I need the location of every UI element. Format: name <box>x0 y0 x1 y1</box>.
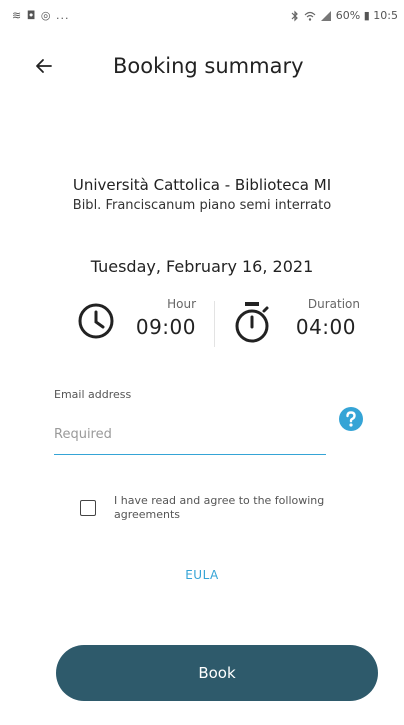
hour-block: Hour 09:00 <box>76 295 206 355</box>
agreement-text: I have read and agree to the following a… <box>114 494 325 521</box>
question-circle-icon <box>339 407 363 431</box>
eula-link[interactable]: EULA <box>0 568 404 582</box>
app-bar: Booking summary <box>0 38 404 98</box>
email-label: Email address <box>54 388 132 401</box>
stopwatch-icon <box>235 302 269 343</box>
signal-icon <box>320 10 331 21</box>
status-bar: ≋ ◘ ◎ ... 60% ▮ 10:5 <box>0 0 404 32</box>
duration-block: Duration 04:00 <box>232 295 372 355</box>
page-title: Booking summary <box>113 54 304 78</box>
system-status: 60% ▮ 10:5 <box>290 9 398 22</box>
agreement-row: I have read and agree to the following a… <box>80 492 380 532</box>
venue-info: Università Cattolica - Biblioteca MI Bib… <box>0 176 404 213</box>
book-button[interactable]: Book <box>56 645 378 701</box>
duration-value: 04:00 <box>295 315 356 339</box>
duration-label: Duration <box>307 297 360 311</box>
venue-location: Bibl. Franciscanum piano semi interrato <box>72 198 332 213</box>
hour-label: Hour <box>167 297 196 311</box>
wifi-icon <box>304 11 316 21</box>
time-row: Hour 09:00 Duration 04:00 <box>0 295 404 355</box>
battery-time-text: 60% ▮ 10:5 <box>335 9 398 22</box>
email-field[interactable] <box>54 414 326 455</box>
help-button[interactable] <box>338 406 364 436</box>
arrow-left-icon <box>36 59 52 73</box>
agreement-checkbox[interactable] <box>80 500 96 516</box>
booking-date: Tuesday, February 16, 2021 <box>90 257 314 276</box>
back-button[interactable] <box>28 50 60 82</box>
time-divider <box>214 301 215 347</box>
hour-value: 09:00 <box>135 315 196 339</box>
notification-icons: ≋ ◘ ◎ ... <box>12 9 70 22</box>
venue-name: Università Cattolica - Biblioteca MI <box>72 176 332 194</box>
bluetooth-icon <box>291 10 298 21</box>
clock-icon <box>78 303 114 339</box>
